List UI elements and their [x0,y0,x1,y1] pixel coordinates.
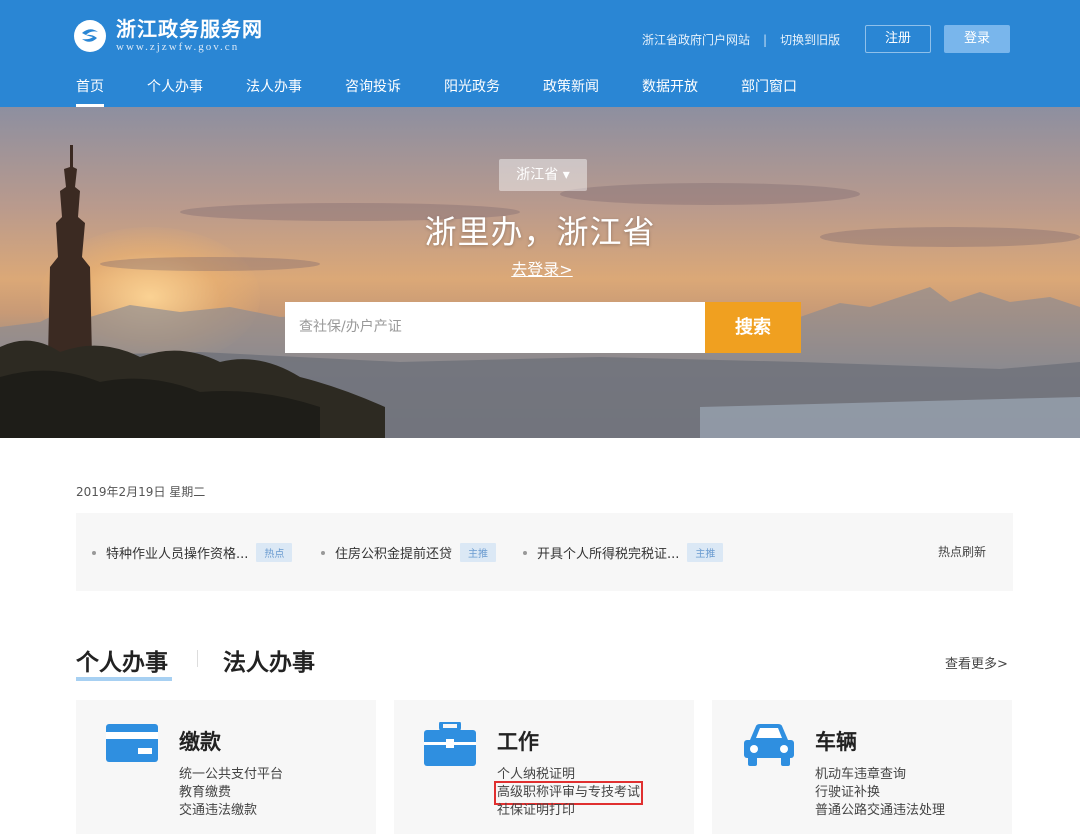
active-tab-indicator [76,677,172,681]
card-link-highlighted[interactable]: 高级职称评审与专技考试 [493,781,644,805]
card-link[interactable]: 交通违法缴款 [179,802,283,820]
site-url: www.zjzwfw.gov.cn [116,41,240,53]
service-card-work[interactable]: 工作 个人纳税证明 高级职称评审与专技考试 社保证明打印 [394,700,694,834]
bullet-icon [321,550,325,555]
banner-title: 浙里办，浙江省 [424,213,656,251]
site-title: 浙江政务服务网 [116,17,263,41]
logo-icon [74,20,106,52]
card-title: 车辆 [815,730,857,754]
hot-item-text: 住房公积金提前还贷 [335,547,453,562]
search-input[interactable]: 查社保/办户产证 [285,302,705,353]
bullet-icon [92,550,96,555]
service-card-payment[interactable]: 缴款 统一公共支付平台 教育缴费 交通违法缴款 [76,700,376,834]
hot-item-tag: 热点 [256,543,293,562]
briefcase-icon [424,720,476,772]
nav-departments[interactable]: 部门窗口 [741,76,797,107]
current-date: 2019年2月19日 星期二 [76,485,206,499]
site-logo[interactable]: 浙江政务服务网 www.zjzwfw.gov.cn [74,18,263,54]
hero-banner: 浙江省 ▾ 浙里办，浙江省 去登录> 查社保/办户产证 搜索 [0,107,1080,438]
service-card-vehicle[interactable]: 车辆 机动车违章查询 行驶证补换 普通公路交通违法处理 [712,700,1012,834]
hot-item-tag: 主推 [687,543,724,562]
view-more-link[interactable]: 查看更多> [945,653,1008,672]
search-button[interactable]: 搜索 [705,302,801,353]
card-payment-icon [106,722,158,768]
link-separator: | [763,32,768,47]
region-label: 浙江省 [516,167,559,183]
nav-home[interactable]: 首页 [76,76,104,107]
hot-refresh-button[interactable]: 热点刷新 [938,543,986,560]
chevron-down-icon: ▾ [562,167,570,183]
tab-divider [197,650,198,667]
register-button[interactable]: 注册 [865,25,931,53]
hot-item-text: 特种作业人员操作资格... [106,547,249,562]
login-button[interactable]: 登录 [944,25,1010,53]
card-link[interactable]: 个人纳税证明 [497,766,640,784]
nav-news[interactable]: 政策新闻 [543,76,599,107]
region-select[interactable]: 浙江省 ▾ [499,159,587,191]
main-nav: 首页 个人办事 法人办事 咨询投诉 阳光政务 政策新闻 数据开放 部门窗口 [76,76,840,107]
car-icon [742,722,796,772]
nav-personal[interactable]: 个人办事 [147,76,203,107]
nav-data[interactable]: 数据开放 [642,76,698,107]
hot-topics-bar: 特种作业人员操作资格... 热点 住房公积金提前还贷 主推 开具个人所得税完税证… [76,513,1013,591]
portal-link[interactable]: 浙江省政府门户网站 [642,31,750,48]
card-link[interactable]: 统一公共支付平台 [179,766,283,784]
card-link[interactable]: 社保证明打印 [497,802,640,820]
card-link[interactable]: 教育缴费 [179,784,283,802]
site-header: 浙江政务服务网 www.zjzwfw.gov.cn 浙江省政府门户网站 | 切换… [0,0,1080,107]
tab-personal[interactable]: 个人办事 [76,643,168,677]
nav-consult[interactable]: 咨询投诉 [345,76,401,107]
tab-corporate[interactable]: 法人办事 [223,643,315,677]
hot-item-text: 开具个人所得税完税证... [537,547,680,562]
hot-item[interactable]: 开具个人所得税完税证... 主推 [523,543,724,562]
nav-sunshine[interactable]: 阳光政务 [444,76,500,107]
card-title: 工作 [497,730,539,754]
old-version-link[interactable]: 切换到旧版 [780,31,840,48]
hot-item-tag: 主推 [460,543,497,562]
card-link[interactable]: 行驶证补换 [815,784,945,802]
banner-login-link[interactable]: 去登录> [0,256,1080,280]
card-link[interactable]: 普通公路交通违法处理 [815,802,945,820]
nav-corporate[interactable]: 法人办事 [246,76,302,107]
card-title: 缴款 [179,730,221,754]
hot-item[interactable]: 特种作业人员操作资格... 热点 [92,543,293,562]
bullet-icon [523,550,527,555]
hot-item[interactable]: 住房公积金提前还贷 主推 [321,543,497,562]
card-link[interactable]: 机动车违章查询 [815,766,945,784]
